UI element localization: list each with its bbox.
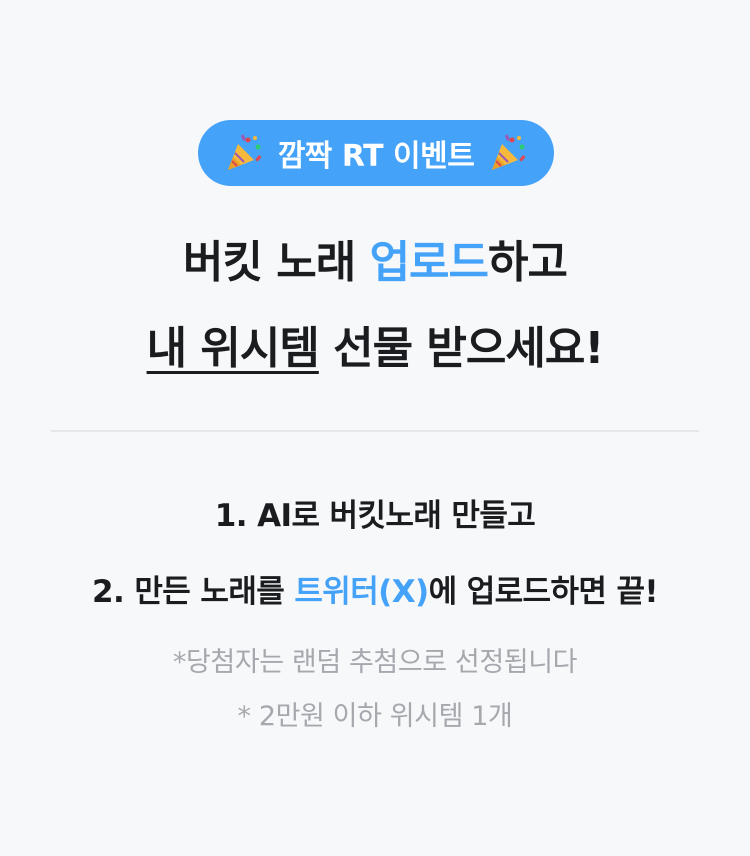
headline-line-2: 내 위시템 선물 받으세요!: [0, 312, 750, 376]
step-2: 2. 만든 노래를 트위터(X)에 업로드하면 끝!: [0, 566, 750, 611]
party-popper-icon: [492, 134, 526, 170]
step-1: 1. AI로 버킷노래 만들고: [214, 498, 536, 534]
note-winner-selection: *당첨자는 랜덤 추첨으로 선정됩니다: [172, 647, 578, 678]
headline-text: 버킷 노래: [183, 237, 370, 288]
note-prize-limit: * 2만원 이하 위시템 1개: [237, 701, 513, 732]
party-popper-icon: [227, 134, 262, 170]
step-text: 에 업로드하면 끝!: [428, 574, 659, 610]
event-card: 깜짝 RT 이벤트 버킷 노래 업로드하고 내 위시템 선물 받으세요! 1. …: [0, 0, 750, 856]
headline-accent-text: 업로드: [369, 237, 489, 288]
headline-underlined-text: 내 위시템: [146, 323, 320, 374]
headline-line-1: 버킷 노래 업로드하고: [0, 226, 750, 290]
step-text: 2. 만든 노래를: [92, 574, 295, 610]
step-accent-text: 트위터(X): [294, 574, 429, 610]
event-badge: 깜짝 RT 이벤트: [198, 120, 554, 186]
headline-text: 하고: [488, 237, 568, 288]
divider: [51, 430, 699, 432]
badge-label: 깜짝 RT 이벤트: [277, 139, 475, 174]
headline-text: 선물 받으세요!: [318, 323, 604, 374]
